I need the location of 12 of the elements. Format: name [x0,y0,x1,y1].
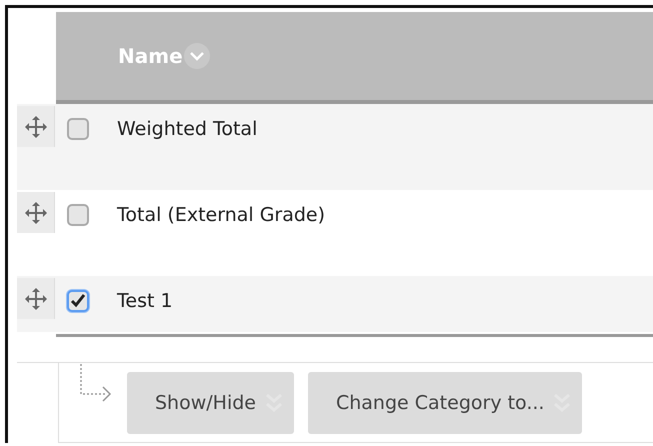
row-name: Test 1 [117,290,173,312]
connector-arrow-icon [79,364,113,402]
drag-handle[interactable] [17,106,55,147]
checkbox[interactable] [67,118,89,140]
row-name: Total (External Grade) [117,204,326,226]
row-name: Weighted Total [117,118,258,140]
action-button[interactable]: Change Category to... [308,372,582,434]
drag-handle[interactable] [17,192,55,233]
checkbox[interactable] [67,204,89,226]
checkbox[interactable] [67,290,89,312]
action-button[interactable]: Show/Hide [127,372,294,434]
drag-handle[interactable] [17,278,55,319]
